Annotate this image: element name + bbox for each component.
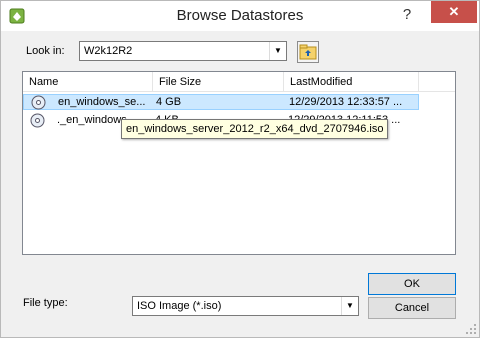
chevron-down-icon[interactable]: ▼ (269, 42, 286, 60)
browse-datastores-dialog: Browse Datastores ? ✕ Look in: W2k12R2 ▼… (0, 0, 480, 338)
lookin-value: W2k12R2 (84, 45, 133, 57)
column-header-filler (419, 72, 455, 92)
lookin-label: Look in: (26, 45, 65, 57)
filetype-value: ISO Image (*.iso) (137, 300, 222, 312)
column-header-size[interactable]: File Size (153, 72, 284, 92)
up-folder-button[interactable] (297, 41, 319, 63)
filetype-dropdown[interactable]: ISO Image (*.iso) ▼ (132, 296, 359, 316)
cancel-button[interactable]: Cancel (368, 297, 456, 319)
column-header-modified[interactable]: LastModified (284, 72, 419, 92)
file-name: en_windows_se... (58, 96, 146, 108)
close-button[interactable]: ✕ (431, 1, 477, 23)
filetype-label: File type: (23, 297, 68, 309)
disc-image-icon (30, 113, 45, 128)
file-size: 4 GB (156, 96, 182, 108)
folder-up-icon (299, 44, 317, 60)
title-bar: Browse Datastores ? ✕ (1, 1, 479, 31)
file-modified: 12/29/2013 12:33:57 ... (289, 96, 403, 108)
lookin-dropdown[interactable]: W2k12R2 ▼ (79, 41, 287, 61)
disc-image-icon (31, 95, 46, 110)
ok-button[interactable]: OK (368, 273, 456, 295)
chevron-down-icon[interactable]: ▼ (341, 297, 358, 315)
file-list[interactable]: Name File Size LastModified en_windows_s… (22, 71, 456, 255)
column-header-name[interactable]: Name (23, 72, 153, 92)
filename-tooltip: en_windows_server_2012_r2_x64_dvd_270794… (121, 119, 389, 139)
help-button[interactable]: ? (394, 4, 420, 26)
file-row[interactable]: en_windows_se... 4 GB 12/29/2013 12:33:5… (23, 94, 419, 110)
resize-grip-icon[interactable] (465, 323, 477, 335)
